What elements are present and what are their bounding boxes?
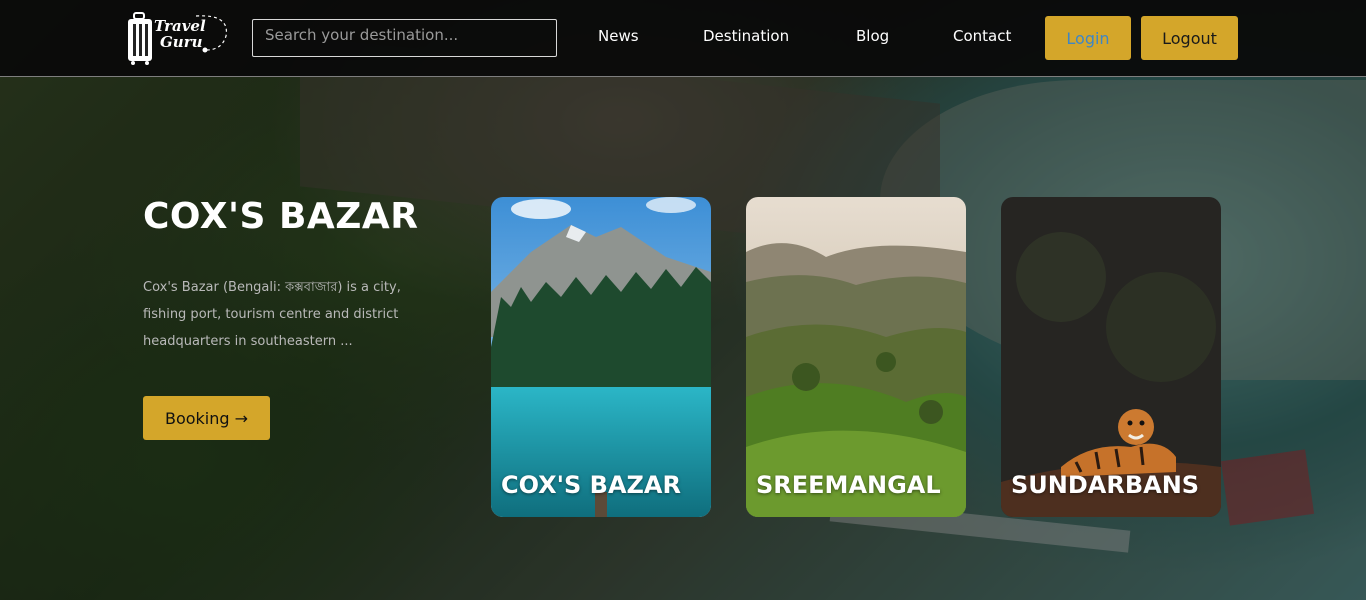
card-label: SREEMANGAL [756,471,941,499]
logout-button[interactable]: Logout [1141,16,1238,60]
search-input[interactable] [252,19,557,57]
nav-destination-link[interactable]: Destination [703,27,789,45]
destination-card-coxs-bazar[interactable]: COX'S BAZAR [491,197,711,517]
card-label: SUNDARBANS [1011,471,1200,499]
tea-hills-image [746,197,966,517]
nav-blog-link[interactable]: Blog [856,27,889,45]
login-button[interactable]: Login [1045,16,1131,60]
destination-card-sreemangal[interactable]: SREEMANGAL [746,197,966,517]
brand-logo[interactable]: Travel Guru [126,10,230,66]
hero-description: Cox's Bazar (Bengali: কক্সবাজার) is a ci… [143,280,401,349]
navbar: Travel Guru News Destination Blog Contac… [0,0,1366,77]
card-label: COX'S BAZAR [501,471,681,499]
nav-contact-link[interactable]: Contact [953,27,1011,45]
mountain-lake-image [491,197,711,517]
nav-news-link[interactable]: News [598,27,639,45]
booking-button[interactable]: Booking → [143,396,270,440]
tiger-forest-image [1001,197,1221,517]
destination-card-sundarbans[interactable]: SUNDARBANS [1001,197,1221,517]
brand-line-2: Guru [160,33,203,51]
hero-title: COX'S BAZAR [143,196,419,237]
